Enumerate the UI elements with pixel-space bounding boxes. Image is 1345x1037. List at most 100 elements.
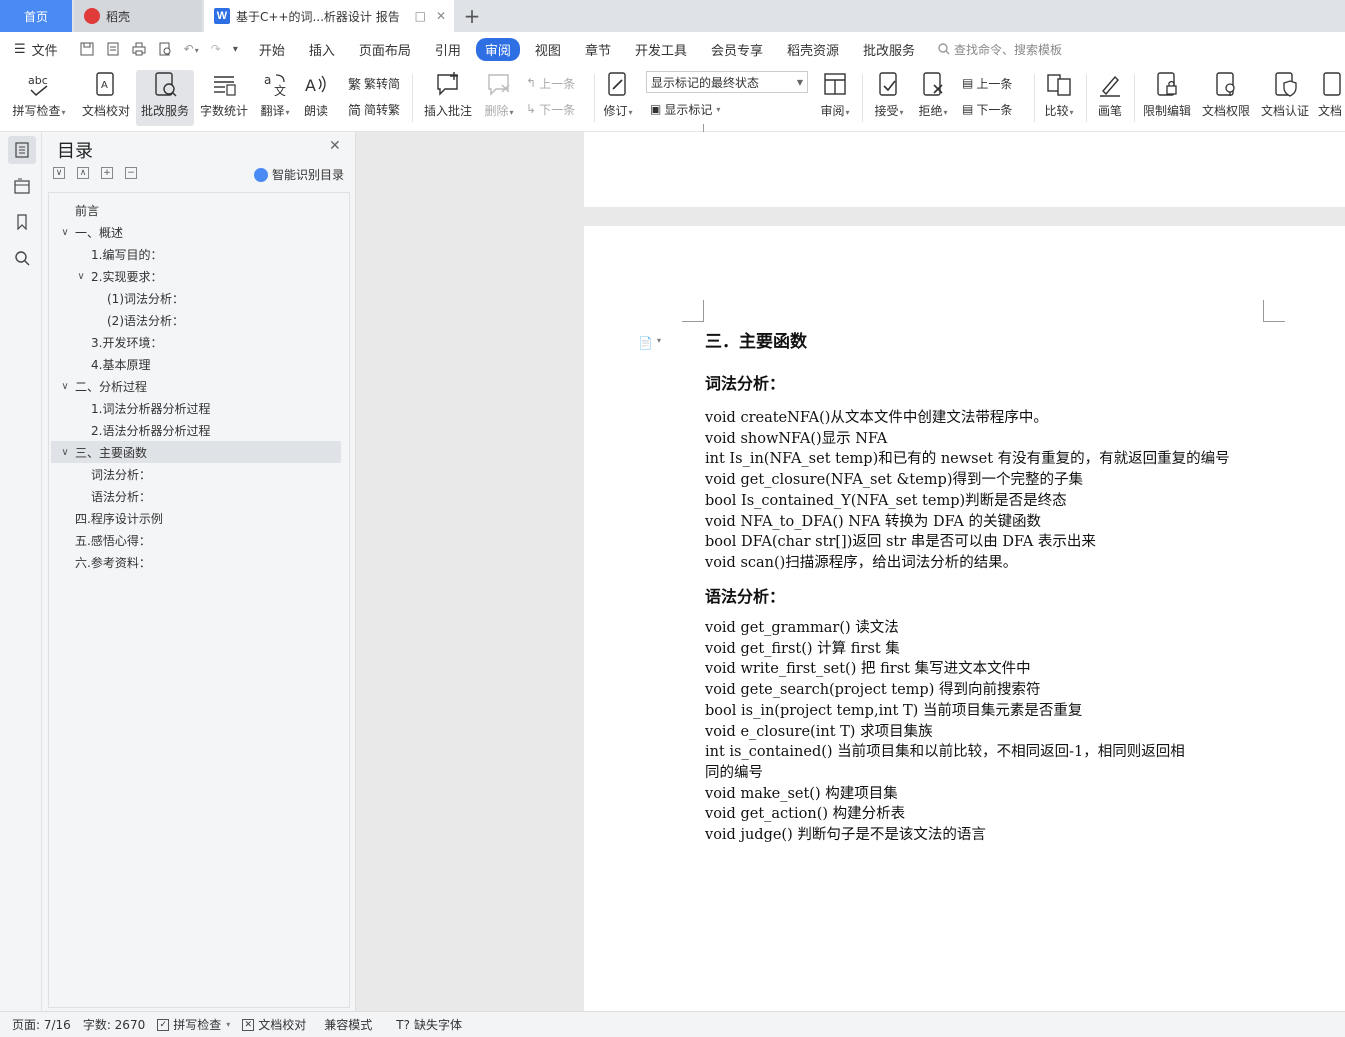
- tab-daoke[interactable]: 稻壳: [74, 0, 202, 32]
- close-tab-icon[interactable]: ✕: [436, 9, 446, 23]
- toc-item[interactable]: 1.词法分析器分析过程: [75, 397, 210, 419]
- toc-item[interactable]: 前言: [59, 199, 99, 221]
- markup-state-select[interactable]: 显示标记的最终状态 ▼: [646, 71, 808, 93]
- toc-item[interactable]: 词法分析：: [75, 463, 151, 485]
- traditional-to-simplified-button[interactable]: 繁繁转简: [348, 72, 400, 94]
- word-count-button[interactable]: 字数统计: [198, 70, 250, 126]
- doc-certify-button[interactable]: 文档认证: [1258, 70, 1312, 126]
- customize-icon[interactable]: ▾: [233, 44, 238, 55]
- toc-item-label: 2.语法分析器分析过程: [91, 423, 211, 438]
- close-icon[interactable]: ✕: [329, 138, 341, 154]
- toc-item[interactable]: (2)语法分析：: [91, 309, 184, 331]
- review-pane-button[interactable]: 审阅▾: [816, 70, 854, 126]
- doc-proof-icon: A: [91, 70, 121, 100]
- insert-comment-button[interactable]: 插入批注: [420, 70, 476, 126]
- page-indicator[interactable]: 页面: 7/16: [12, 1016, 71, 1033]
- doc-more-button[interactable]: 文档: [1318, 70, 1345, 126]
- menu-chapter[interactable]: 章节: [576, 38, 620, 61]
- toc-item[interactable]: 4.基本原理: [75, 353, 150, 375]
- menu-insert[interactable]: 插入: [300, 38, 344, 61]
- prev-change-button[interactable]: ▤ 上一条: [962, 72, 1012, 94]
- next-change-button[interactable]: ▤ 下一条: [962, 98, 1012, 120]
- svg-text:A: A: [305, 76, 316, 95]
- command-search[interactable]: 查找命令、搜索模板: [938, 41, 1062, 58]
- status-spell-check[interactable]: ✓ 拼写检查 ▾: [157, 1016, 230, 1033]
- show-markup-button[interactable]: ▣ 显示标记 ▾: [650, 98, 720, 120]
- chevron-down-icon[interactable]: ∨: [75, 271, 87, 282]
- save-icon[interactable]: [80, 42, 94, 56]
- tab-document[interactable]: W 基于C++的词...析器设计 报告 □ ✕: [204, 0, 454, 32]
- delete-label: 删除: [484, 104, 509, 118]
- menu-references[interactable]: 引用: [426, 38, 470, 61]
- menu-developer[interactable]: 开发工具: [626, 38, 696, 61]
- toc-item[interactable]: 语法分析：: [75, 485, 151, 507]
- pen-button[interactable]: 画笔: [1092, 70, 1128, 126]
- menu-correct-service[interactable]: 批改服务: [854, 38, 924, 61]
- paragraph-menu-icon[interactable]: 📄 ▾: [638, 336, 661, 350]
- toc-item[interactable]: 2.语法分析器分析过程: [75, 419, 210, 441]
- menu-review[interactable]: 审阅: [475, 37, 520, 61]
- new-tab-button[interactable]: +: [460, 0, 484, 32]
- correct-service-icon: [150, 70, 180, 100]
- toc-item[interactable]: ∨ 二、分析过程: [59, 375, 147, 397]
- toc-item[interactable]: 五.感悟心得：: [59, 529, 151, 551]
- doc-permission-button[interactable]: 文档权限: [1200, 70, 1252, 126]
- read-aloud-button[interactable]: A 朗读: [298, 70, 334, 126]
- file-menu[interactable]: ☰ 文件: [14, 40, 58, 59]
- reject-button[interactable]: 拒绝▾: [914, 70, 952, 126]
- menu-daoke-resources[interactable]: 稻壳资源: [778, 38, 848, 61]
- delete-comment-icon: [484, 70, 514, 100]
- export-pdf-icon[interactable]: [106, 42, 120, 56]
- collapse-all-icon[interactable]: ∨: [53, 167, 65, 179]
- menu-page-layout[interactable]: 页面布局: [350, 38, 420, 61]
- correct-service-button[interactable]: 批改服务: [136, 70, 194, 126]
- correct-service-label: 批改服务: [140, 104, 189, 118]
- add-level-icon[interactable]: +: [101, 167, 113, 179]
- remove-level-icon[interactable]: −: [125, 167, 137, 179]
- spell-check-button[interactable]: abc 拼写检查▾: [8, 70, 70, 126]
- smart-toc-button[interactable]: 智能识别目录: [254, 166, 344, 183]
- chevron-down-icon[interactable]: ∨: [59, 447, 71, 458]
- tab-home[interactable]: 首页: [0, 0, 72, 32]
- compare-button[interactable]: 比较▾: [1040, 70, 1078, 126]
- menu-view[interactable]: 视图: [526, 38, 570, 61]
- toc-item[interactable]: 六.参考资料：: [59, 551, 151, 573]
- menu-start[interactable]: 开始: [250, 38, 294, 61]
- word-count-indicator[interactable]: 字数: 2670: [83, 1016, 145, 1033]
- monitor-icon[interactable]: □: [415, 9, 426, 23]
- print-icon[interactable]: [132, 42, 146, 56]
- print-preview-icon[interactable]: [158, 42, 172, 56]
- doc-proofread-button[interactable]: A 文档校对: [78, 70, 134, 126]
- toc-item[interactable]: ∨ 2.实现要求：: [75, 265, 162, 287]
- track-changes-button[interactable]: 修订▾: [600, 70, 636, 126]
- toc-item[interactable]: 1.编写目的：: [75, 243, 162, 265]
- find-icon[interactable]: [8, 244, 36, 272]
- status-doc-proof[interactable]: ✕ 文档校对: [242, 1016, 306, 1033]
- ribbon-divider: [594, 74, 595, 122]
- insert-comment-icon: [433, 70, 463, 100]
- toc-panel-icon[interactable]: [8, 136, 36, 164]
- restrict-edit-button[interactable]: 限制编辑: [1140, 70, 1194, 126]
- toc-item[interactable]: (1)词法分析：: [91, 287, 184, 309]
- document-line: void write_first_set() 把 first 集写进文本文件中: [705, 661, 1031, 678]
- next-comment-button[interactable]: ↳ 下一条: [526, 98, 575, 120]
- bookmark-icon[interactable]: [8, 208, 36, 236]
- toc-item[interactable]: 3.开发环境：: [75, 331, 162, 353]
- redo-icon[interactable]: ↷: [211, 42, 221, 56]
- expand-up-icon[interactable]: ∧: [77, 167, 89, 179]
- missing-font-button[interactable]: T? 缺失字体: [396, 1016, 462, 1033]
- toc-item[interactable]: ∨ 三、主要函数: [51, 441, 341, 463]
- delete-comment-button[interactable]: 删除▾: [480, 70, 518, 126]
- prev-comment-button[interactable]: ↰ 上一条: [526, 72, 575, 94]
- chevron-down-icon[interactable]: ∨: [59, 381, 71, 392]
- chevron-down-icon[interactable]: ∨: [59, 227, 71, 238]
- translate-button[interactable]: a文 翻译▾: [256, 70, 294, 126]
- simplified-to-traditional-button[interactable]: 简简转繁: [348, 98, 400, 120]
- accept-button[interactable]: 接受▾: [870, 70, 908, 126]
- undo-icon[interactable]: ↶▾: [184, 42, 199, 56]
- chapter-nav-icon[interactable]: [8, 172, 36, 200]
- toc-item-label: 4.基本原理: [91, 357, 151, 372]
- toc-item[interactable]: 四.程序设计示例: [59, 507, 163, 529]
- menu-member[interactable]: 会员专享: [702, 38, 772, 61]
- toc-item[interactable]: ∨ 一、概述: [59, 221, 123, 243]
